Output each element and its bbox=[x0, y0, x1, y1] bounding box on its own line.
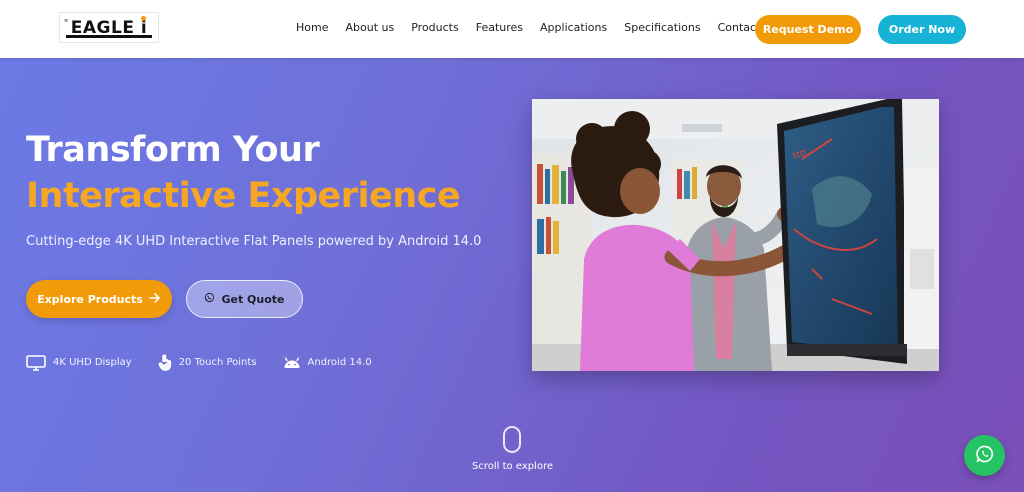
explore-products-label: Explore Products bbox=[37, 292, 143, 306]
android-icon bbox=[283, 356, 301, 369]
hero-title-line1: Transform Your bbox=[26, 130, 320, 170]
nav-link-specifications[interactable]: Specifications bbox=[624, 21, 700, 34]
nav-links: Home About us Products Features Applicat… bbox=[296, 21, 777, 34]
feature-list: 4K UHD Display 20 Touch Points Android 1… bbox=[26, 354, 372, 371]
nav-link-products[interactable]: Products bbox=[411, 21, 459, 34]
brand-logo[interactable]: ≡ EAGLE i bbox=[59, 12, 159, 43]
whatsapp-icon bbox=[204, 292, 215, 306]
feature-label: 20 Touch Points bbox=[178, 357, 257, 368]
feature-label: Android 14.0 bbox=[307, 357, 372, 368]
hero-subtitle: Cutting-edge 4K UHD Interactive Flat Pan… bbox=[26, 234, 482, 249]
whatsapp-chat-button[interactable] bbox=[964, 435, 1005, 476]
mouse-icon bbox=[503, 426, 521, 453]
nav-link-applications[interactable]: Applications bbox=[540, 21, 607, 34]
scroll-hint[interactable]: Scroll to explore bbox=[472, 426, 553, 472]
feature-item: 4K UHD Display bbox=[26, 354, 132, 371]
nav-link-features[interactable]: Features bbox=[476, 21, 523, 34]
get-quote-button[interactable]: Get Quote bbox=[186, 280, 303, 318]
arrow-right-icon bbox=[148, 292, 161, 306]
navbar: ≡ EAGLE i Home About us Products Feature… bbox=[0, 0, 1024, 58]
feature-item: 20 Touch Points bbox=[158, 354, 257, 371]
request-demo-button[interactable]: Request Demo bbox=[755, 15, 861, 44]
monitor-icon bbox=[26, 354, 46, 371]
nav-link-about[interactable]: About us bbox=[345, 21, 394, 34]
hero-title-line2: Interactive Experience bbox=[26, 176, 461, 216]
hero-section: Transform Your Interactive Experience Cu… bbox=[0, 58, 1024, 492]
nav-link-home[interactable]: Home bbox=[296, 21, 328, 34]
feature-label: 4K UHD Display bbox=[53, 357, 132, 368]
explore-products-button[interactable]: Explore Products bbox=[26, 280, 172, 318]
feature-item: Android 14.0 bbox=[283, 354, 372, 371]
touch-hand-icon bbox=[158, 354, 172, 371]
hero-product-image: tttt bbox=[532, 99, 939, 371]
scroll-label: Scroll to explore bbox=[472, 461, 553, 472]
whatsapp-icon bbox=[975, 444, 995, 468]
get-quote-label: Get Quote bbox=[221, 292, 285, 306]
order-now-button[interactable]: Order Now bbox=[878, 15, 966, 44]
